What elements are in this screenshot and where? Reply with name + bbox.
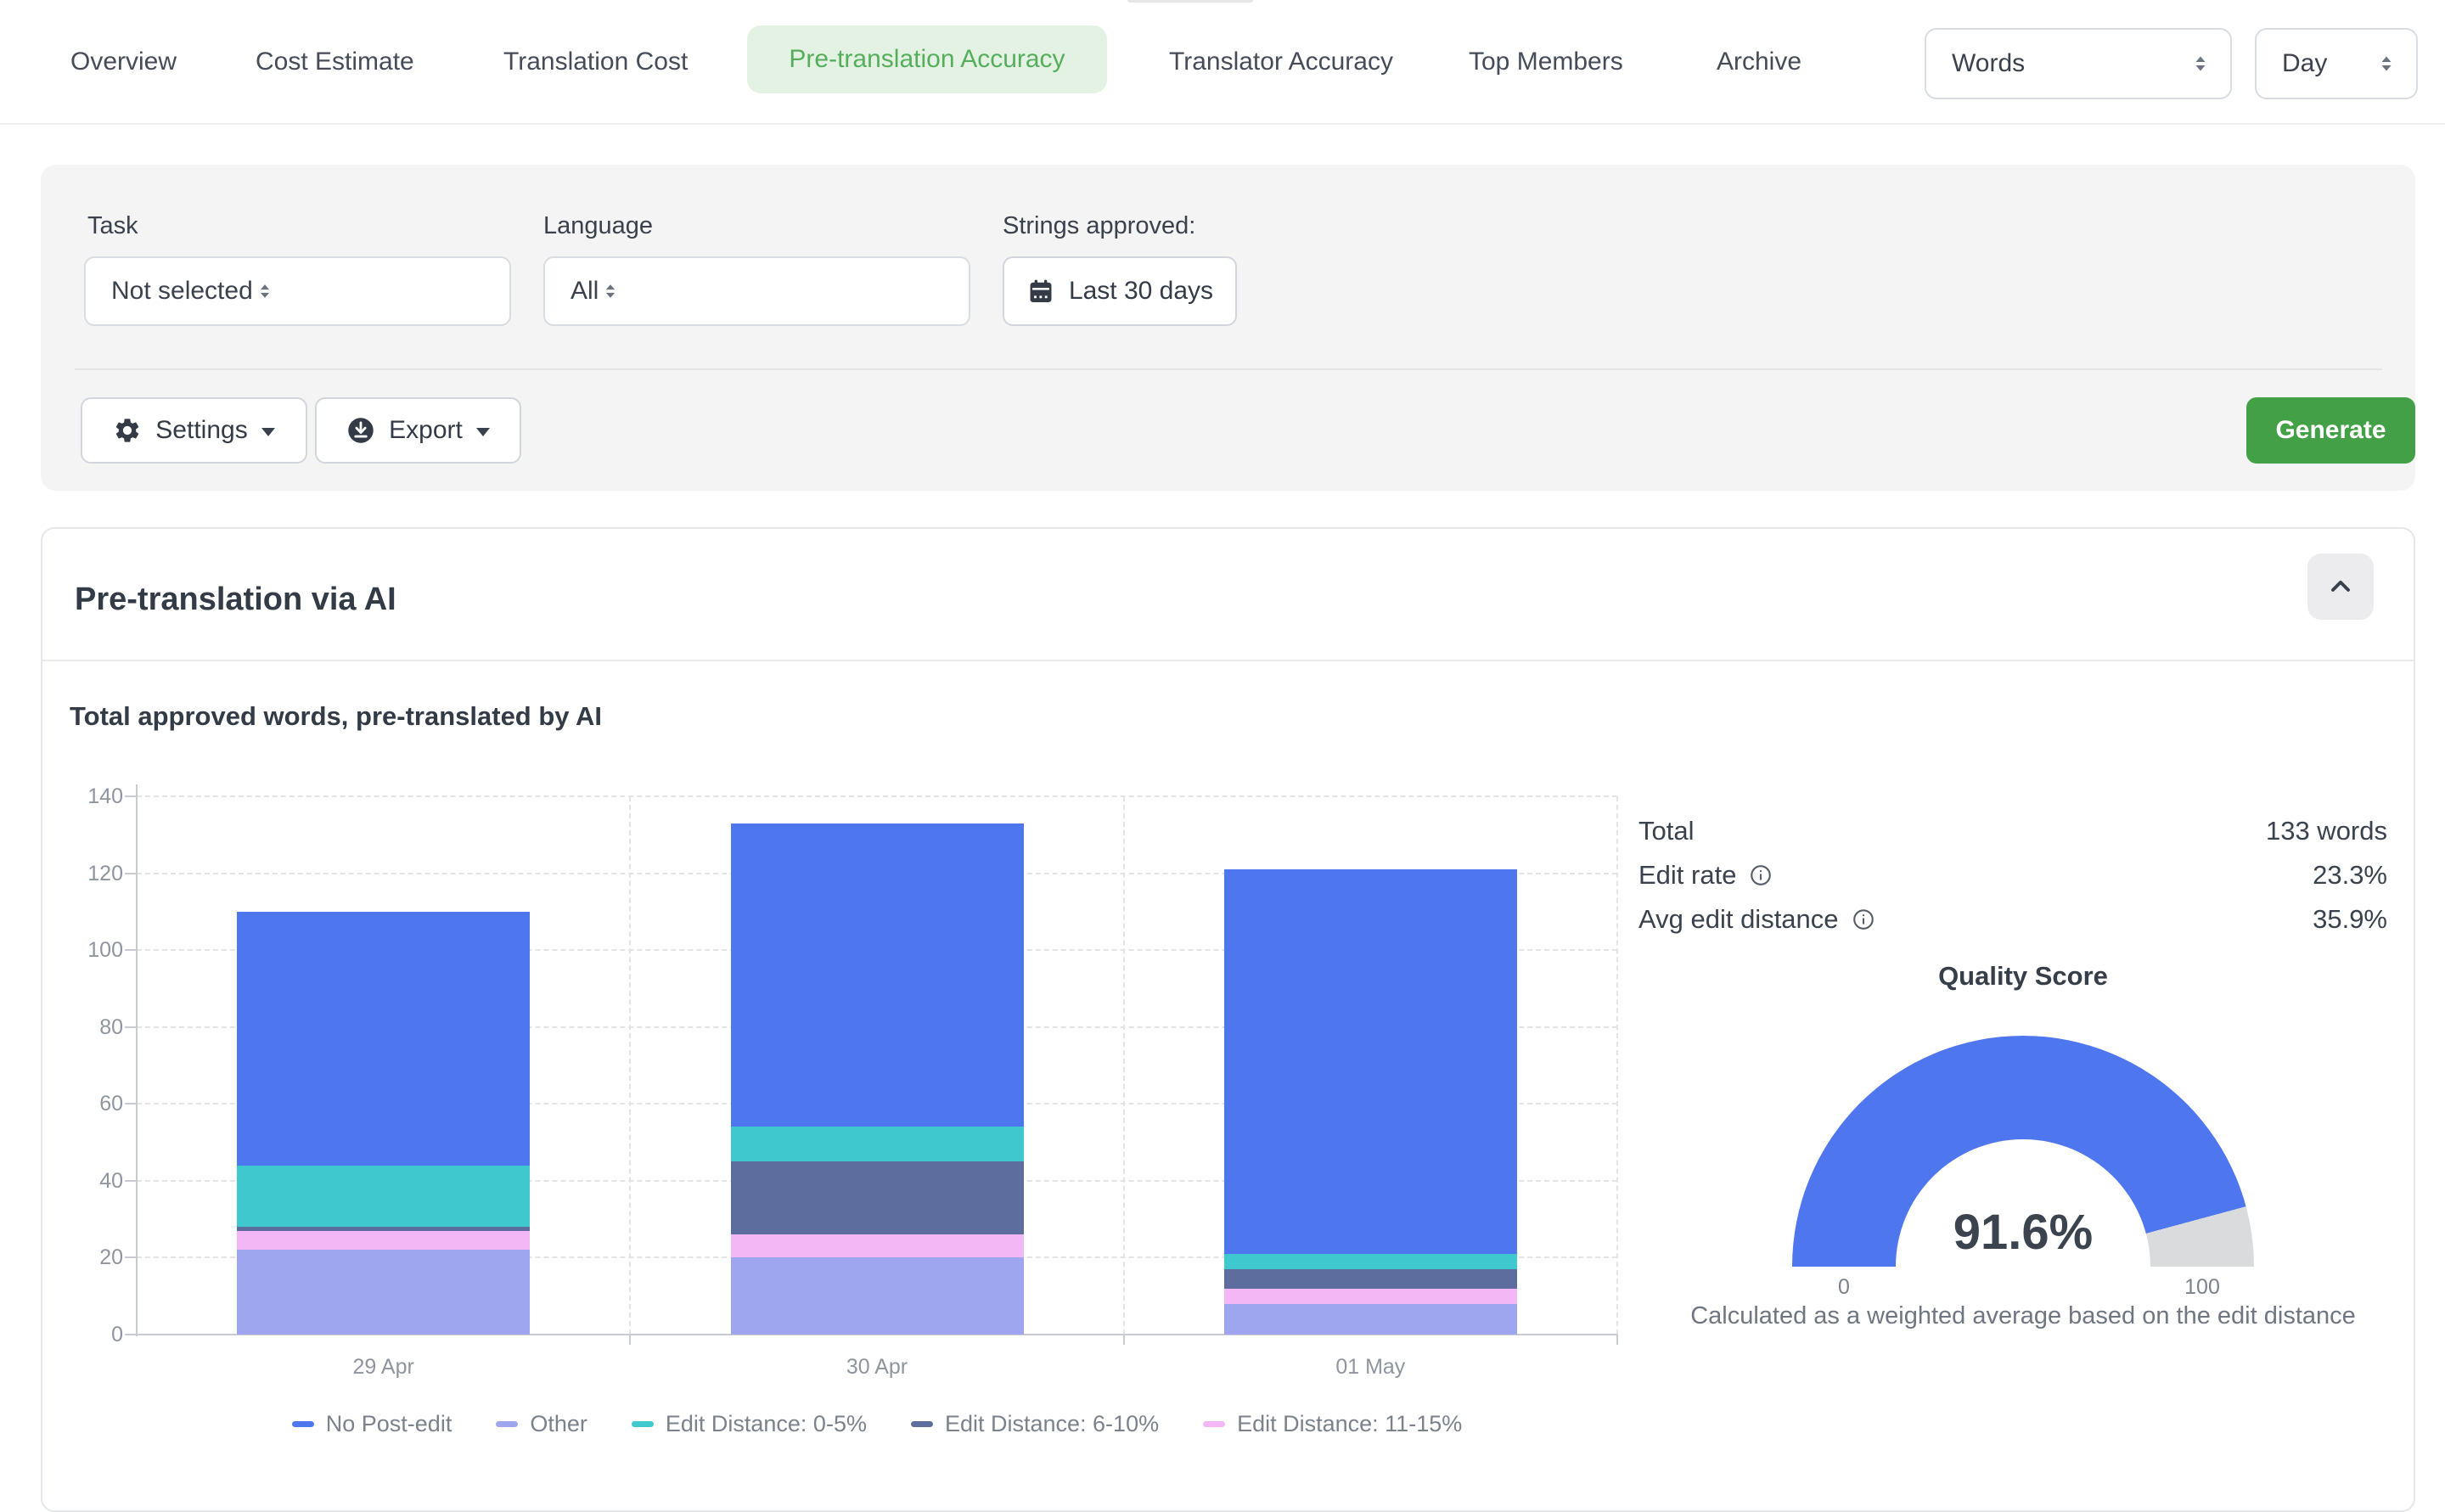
chart-legend: No Post-edit Other Edit Distance: 0-5% E… (137, 1411, 1617, 1437)
stat-value: 35.9% (2313, 904, 2387, 935)
export-button[interactable]: Export (315, 397, 521, 464)
quality-score-title: Quality Score (1811, 961, 2235, 992)
period-select-value: Day (2282, 49, 2374, 78)
date-range-value: Last 30 days (1069, 277, 1213, 306)
chart-title: Total approved words, pre-translated by … (70, 698, 602, 735)
unfold-arrows-icon (2188, 51, 2213, 76)
unfold-arrows-icon (599, 279, 622, 303)
date-range-button[interactable]: Last 30 days (1003, 256, 1237, 326)
legend-item-edit-distance-11-15[interactable]: Edit Distance: 11-15% (1203, 1411, 1462, 1437)
export-label: Export (389, 416, 463, 445)
quality-score-value: 91.6% (1853, 1204, 2193, 1263)
stat-row-avg-edit-distance: Avg edit distance 35.9% (1638, 897, 2387, 941)
legend-dash-icon (632, 1421, 654, 1427)
stat-row-edit-rate: Edit rate 23.3% (1638, 853, 2387, 897)
tab-cost-estimate[interactable]: Cost Estimate (256, 0, 414, 124)
report-title: Pre-translation via AI (75, 574, 396, 625)
generate-button[interactable]: Generate (2246, 397, 2415, 464)
language-select[interactable]: All (543, 256, 970, 326)
collapse-button[interactable] (2307, 554, 2374, 620)
header-divider (0, 123, 2445, 125)
card-header-divider (42, 660, 2414, 661)
tab-pre-translation-accuracy-active[interactable]: Pre-translation Accuracy (747, 25, 1107, 93)
stat-label: Avg edit distance (1638, 904, 1876, 935)
period-select[interactable]: Day (2255, 28, 2418, 99)
info-icon[interactable] (1748, 863, 1773, 888)
download-circle-icon (346, 416, 375, 445)
panel-divider (75, 368, 2382, 370)
gauge-max-label: 100 (2168, 1275, 2236, 1300)
task-select-value: Not selected (111, 277, 253, 306)
language-label: Language (543, 211, 653, 241)
gear-icon (113, 416, 142, 445)
legend-dash-icon (496, 1421, 518, 1427)
tab-top-members[interactable]: Top Members (1469, 0, 1623, 124)
caret-down-icon (476, 428, 490, 436)
task-label: Task (87, 211, 138, 241)
settings-button[interactable]: Settings (81, 397, 307, 464)
caret-down-icon (261, 428, 275, 436)
task-select[interactable]: Not selected (84, 256, 511, 326)
legend-item-no-post-edit[interactable]: No Post-edit (292, 1411, 452, 1437)
legend-item-edit-distance-6-10[interactable]: Edit Distance: 6-10% (911, 1411, 1159, 1437)
legend-item-other[interactable]: Other (496, 1411, 587, 1437)
language-select-value: All (570, 277, 599, 306)
stat-label: Total (1638, 816, 1694, 846)
settings-label: Settings (155, 416, 247, 445)
tab-archive[interactable]: Archive (1717, 0, 1801, 124)
unfold-arrows-icon (253, 279, 277, 303)
tab-translator-accuracy[interactable]: Translator Accuracy (1169, 0, 1393, 124)
unit-select[interactable]: Words (1925, 28, 2232, 99)
unfold-arrows-icon (2374, 51, 2399, 76)
gauge-caption: Calculated as a weighted average based o… (1650, 1302, 2397, 1330)
legend-item-edit-distance-0-5[interactable]: Edit Distance: 0-5% (632, 1411, 867, 1437)
chevron-up-icon (2325, 571, 2356, 602)
stat-value: 133 words (2266, 816, 2387, 846)
unit-select-value: Words (1952, 49, 2188, 78)
gauge-min-label: 0 (1818, 1275, 1869, 1300)
calendar-icon (1026, 277, 1055, 306)
tab-translation-cost[interactable]: Translation Cost (503, 0, 688, 124)
stat-row-total: Total 133 words (1638, 809, 2387, 853)
legend-dash-icon (1203, 1421, 1225, 1427)
tab-overview[interactable]: Overview (70, 0, 177, 124)
legend-dash-icon (911, 1421, 933, 1427)
stat-label: Edit rate (1638, 860, 1773, 891)
legend-dash-icon (292, 1421, 314, 1427)
report-card (41, 527, 2415, 1512)
info-icon[interactable] (1851, 907, 1876, 932)
strings-approved-label: Strings approved: (1003, 211, 1195, 241)
stat-value: 23.3% (2313, 860, 2387, 891)
